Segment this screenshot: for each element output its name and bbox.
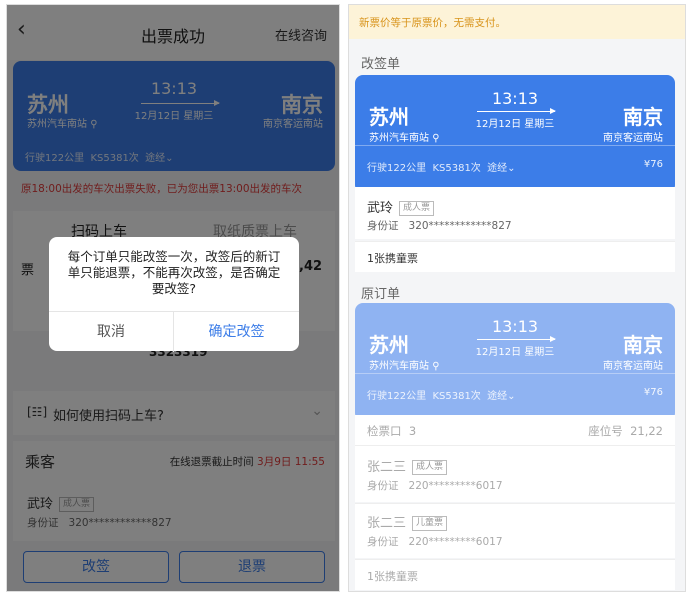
price-banner: 新票价等于原票价，无需支付。	[349, 5, 685, 39]
left-screen: ‹ 出票成功 在线咨询 苏州 苏州汽车南站 ⚲ 13:13 12月12日 星期三…	[6, 4, 340, 592]
via-link[interactable]: 途经⌄	[487, 163, 515, 174]
divider	[355, 145, 675, 146]
passenger-name: 武玲成人票	[367, 197, 435, 216]
child-ticket-label: 1张携童票	[367, 252, 418, 265]
to-station: 南京客运南站	[603, 361, 663, 372]
chevron-down-icon: ⌄	[507, 163, 516, 174]
arrow-icon	[477, 108, 556, 114]
trip-meta: 行驶122公里 KS5381次 途经⌄	[367, 391, 516, 402]
via-link[interactable]: 途经⌄	[487, 391, 515, 402]
gate-info: 检票口 3	[367, 424, 417, 438]
passenger-row: 武玲 成人票 身份证 320************827	[355, 187, 675, 239]
dialog-message: 每个订单只能改签一次，改签后的新订单只能退票，不能再次改签，是否确定要改签?	[67, 249, 281, 296]
trip-meta: 行驶122公里 KS5381次 途经⌄	[367, 163, 516, 174]
passenger-id: 身份证 220*********6017	[367, 480, 503, 492]
orig-passenger-row: 张二三 儿童票 身份证 220*********6017	[355, 504, 675, 558]
section-change-order: 改签单	[361, 57, 401, 72]
cancel-button[interactable]: 取消	[49, 312, 174, 352]
from-station: 苏州汽车南站 ⚲	[369, 361, 440, 372]
orig-passenger-row: 张二三 成人票 身份证 220*********6017	[355, 446, 675, 502]
ticket-type-badge: 儿童票	[412, 516, 448, 531]
child-ticket-label: 1张携童票	[367, 570, 418, 583]
location-pin-icon: ⚲	[432, 133, 440, 144]
ticket-type-badge: 成人票	[399, 201, 435, 216]
confirm-change-button[interactable]: 确定改签	[174, 312, 299, 352]
gate-seat-row: 检票口 3 座位号 21,22	[355, 415, 675, 445]
confirm-dialog: 每个订单只能改签一次，改签后的新订单只能退票，不能再次改签，是否确定要改签? 取…	[49, 237, 299, 352]
right-screen: 新票价等于原票价，无需支付。 改签单 苏州 苏州汽车南站 ⚲ 13:13 12月…	[348, 4, 686, 592]
to-city: 南京	[623, 333, 663, 357]
divider	[355, 373, 675, 374]
dialog-buttons: 取消 确定改签	[49, 311, 299, 352]
passenger-name: 张二三 成人票	[367, 456, 448, 475]
location-pin-icon: ⚲	[432, 361, 440, 372]
passenger-name: 张二三 儿童票	[367, 512, 448, 531]
to-city: 南京	[623, 105, 663, 129]
from-station: 苏州汽车南站 ⚲	[369, 133, 440, 144]
passenger-id: 身份证 220*********6017	[367, 536, 503, 548]
seat-info: 座位号 21,22	[588, 424, 663, 438]
passenger-id: 身份证 320************827	[367, 220, 512, 232]
original-ticket-card: 苏州 苏州汽车南站 ⚲ 13:13 12月12日 星期三 南京 南京客运南站 行…	[355, 303, 675, 421]
section-original-order: 原订单	[361, 287, 401, 302]
new-ticket-card: 苏州 苏州汽车南站 ⚲ 13:13 12月12日 星期三 南京 南京客运南站 行…	[355, 75, 675, 193]
chevron-down-icon: ⌄	[507, 391, 516, 402]
orig-child-row: 1张携童票	[355, 560, 675, 590]
ticket-price: ¥76	[643, 387, 663, 398]
child-ticket-row: 1张携童票	[355, 242, 675, 272]
to-station: 南京客运南站	[603, 133, 663, 144]
ticket-type-badge: 成人票	[412, 460, 448, 475]
ticket-price: ¥76	[643, 159, 663, 170]
arrow-icon	[477, 336, 556, 342]
